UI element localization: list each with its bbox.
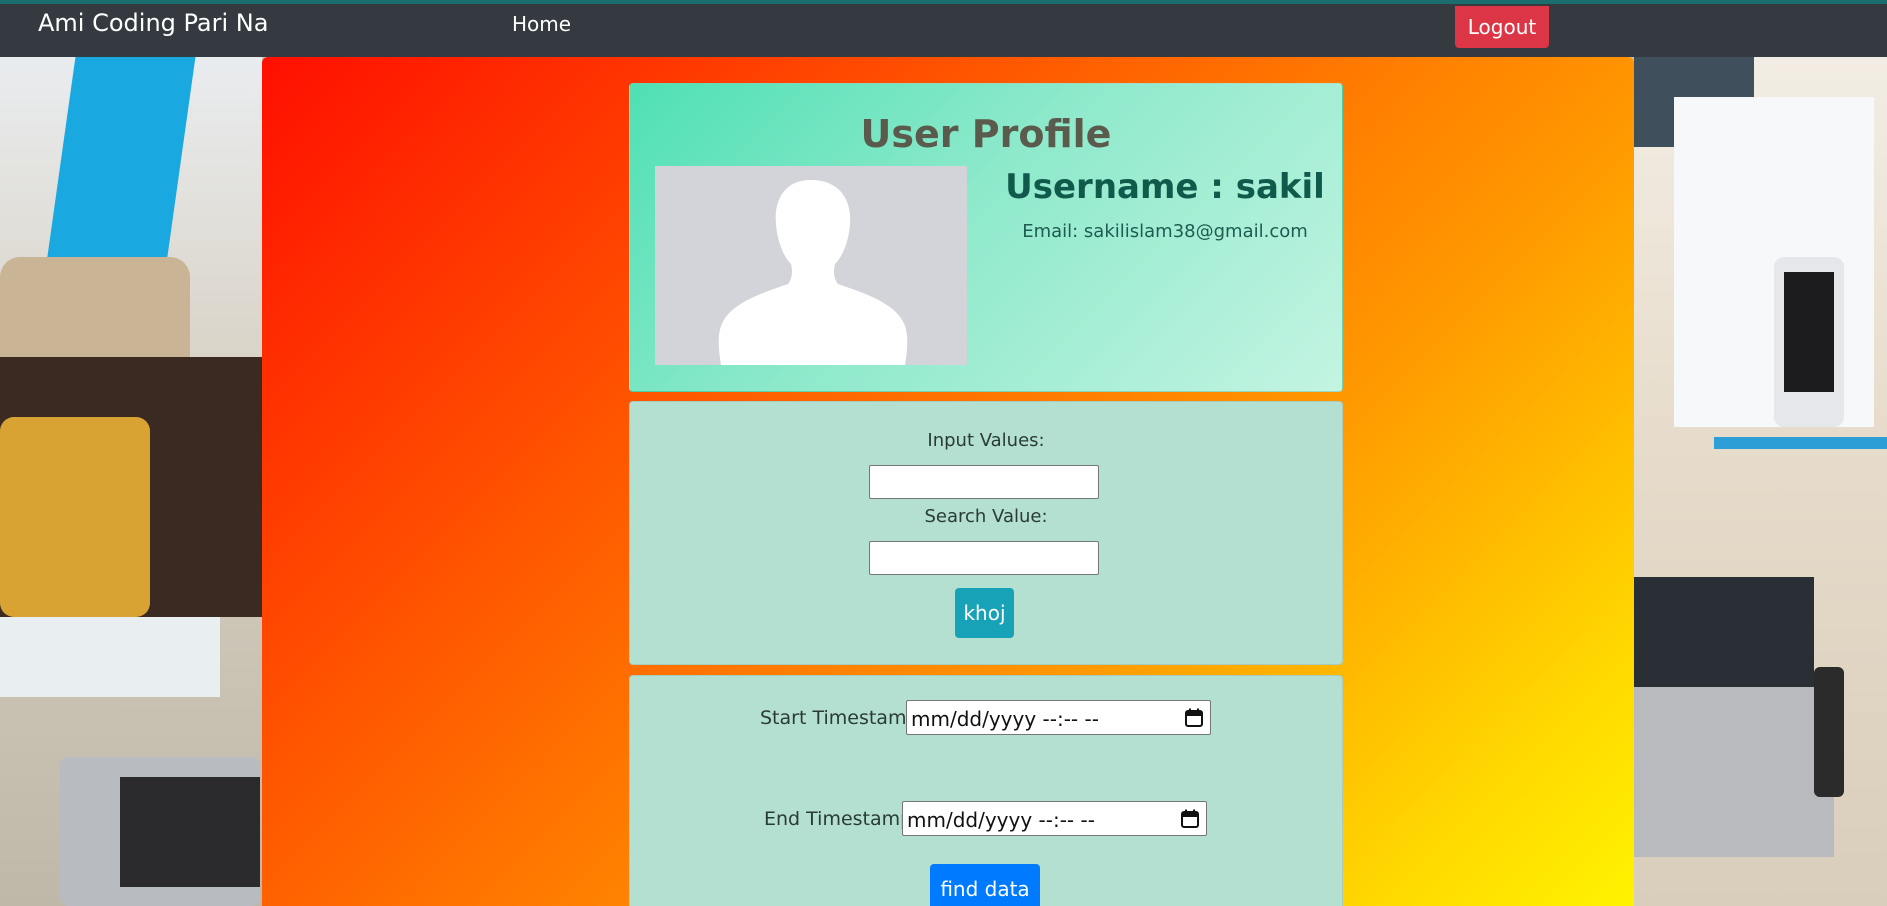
search-form-card: Input Values: Search Value: khoj	[629, 401, 1343, 665]
phone-screen-shape	[1784, 272, 1834, 392]
page-title: User Profile	[860, 112, 1112, 156]
laptop-screen-shape	[1634, 577, 1814, 687]
search-value-field[interactable]	[869, 541, 1099, 575]
timestamp-form-card: Start Timestamp: mm/dd/yyyy --:-- -- End…	[629, 675, 1343, 906]
navbar: Ami Coding Pari Na Home Logout	[0, 4, 1887, 57]
profile-card: User Profile Username : sakil Email: sak…	[629, 83, 1343, 392]
start-timestamp-row: Start Timestamp: mm/dd/yyyy --:-- --	[760, 700, 1220, 736]
yellow-pouch-shape	[0, 417, 150, 617]
end-timestamp-placeholder: mm/dd/yyyy --:-- --	[907, 808, 1095, 832]
username-heading: Username : sakil	[1005, 167, 1325, 207]
end-timestamp-label: End Timestamp:	[764, 808, 919, 830]
khoj-button[interactable]: khoj	[955, 588, 1014, 638]
calendar-icon[interactable]	[1184, 708, 1204, 728]
laptop-keyboard-shape	[1634, 687, 1834, 857]
end-timestamp-row: End Timestamp: mm/dd/yyyy --:-- --	[764, 801, 1224, 837]
start-timestamp-input[interactable]: mm/dd/yyyy --:-- --	[906, 700, 1211, 735]
input-values-field[interactable]	[869, 465, 1099, 499]
email-text: Email: sakilislam38@gmail.com	[1022, 221, 1308, 242]
search-value-label: Search Value:	[924, 506, 1048, 527]
find-data-button[interactable]: find data	[930, 864, 1040, 906]
end-timestamp-input[interactable]: mm/dd/yyyy --:-- --	[902, 801, 1207, 836]
blue-ruler-shape	[1714, 437, 1887, 449]
background-desk-left	[0, 57, 262, 906]
usb-drive-shape	[1814, 667, 1844, 797]
input-values-label: Input Values:	[927, 430, 1045, 451]
background-desk-right	[1634, 57, 1887, 906]
papers-shape	[0, 617, 220, 697]
avatar	[655, 166, 967, 365]
start-timestamp-label: Start Timestamp:	[760, 707, 925, 729]
nav-home-link[interactable]: Home	[512, 12, 571, 36]
person-silhouette-icon	[718, 180, 908, 365]
brand-link[interactable]: Ami Coding Pari Na	[38, 9, 268, 37]
blue-folder-shape	[44, 57, 196, 277]
calendar-icon[interactable]	[1180, 809, 1200, 829]
start-timestamp-placeholder: mm/dd/yyyy --:-- --	[911, 707, 1099, 731]
keyboard-shape	[120, 777, 260, 887]
logout-button[interactable]: Logout	[1455, 6, 1549, 48]
